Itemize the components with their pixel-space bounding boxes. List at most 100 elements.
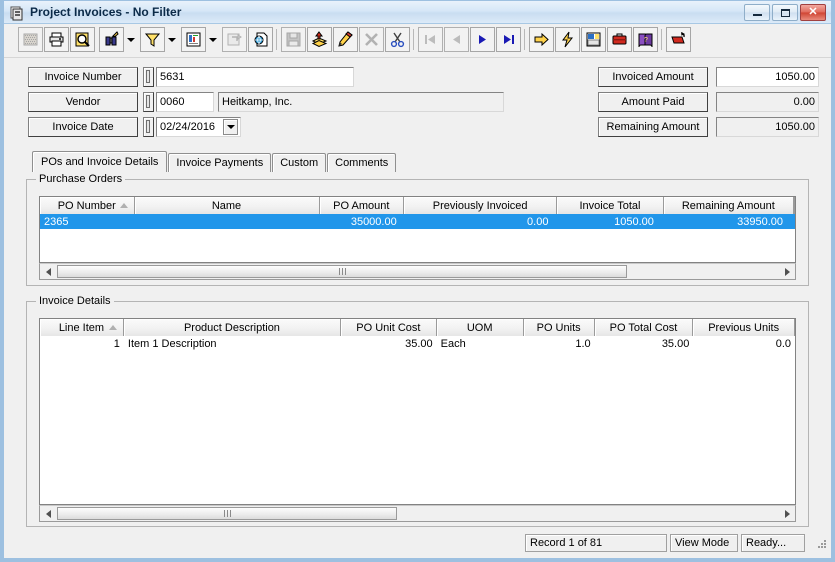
scroll-thumb[interactable] (57, 265, 627, 278)
previous-record-button[interactable] (444, 27, 469, 52)
maximize-button[interactable] (772, 4, 798, 21)
quick-action-button[interactable] (555, 27, 580, 52)
invoice-detail-column-header[interactable]: PO Total Cost (594, 319, 694, 336)
purchase-order-column-header[interactable]: Invoice Total (557, 197, 664, 214)
grid-view-button[interactable] (18, 27, 43, 52)
invoice-detail-column-header[interactable]: UOM (436, 319, 524, 336)
column-header-label: PO Amount (333, 199, 390, 212)
invoiced-amount-input[interactable]: 1050.00 (716, 67, 819, 87)
purchase-order-column-header[interactable]: Previously Invoiced (404, 197, 558, 214)
export-button[interactable] (222, 27, 247, 52)
lightning-icon (562, 31, 574, 48)
print-preview-icon (75, 32, 90, 47)
invoice-details-grid-header: Line Item Product Description PO Unit Cost… (40, 319, 795, 336)
purchase-order-column-header[interactable] (794, 197, 795, 214)
remaining-amount-label[interactable]: Remaining Amount (598, 117, 708, 137)
floppy-icon (286, 32, 301, 47)
purchase-order-column-header[interactable]: PO Number (40, 197, 135, 214)
vendor-lookup-button[interactable] (143, 92, 154, 112)
cut-button[interactable] (385, 27, 410, 52)
scroll-grip-icon (338, 268, 346, 275)
filter-dropdown-arrow[interactable] (165, 27, 179, 52)
vendor-label[interactable]: Vendor (28, 92, 138, 112)
invoice-detail-cell: Item 1 Description (127, 337, 217, 350)
invoice-number-label[interactable]: Invoice Number (28, 67, 138, 87)
invoice-date-label[interactable]: Invoice Date (28, 117, 138, 137)
invoice-date-lookup-button[interactable] (143, 117, 154, 137)
minimize-button[interactable] (744, 4, 770, 21)
column-header-label: Product Description (183, 321, 280, 334)
invoice-details-grid[interactable]: Line Item Product Description PO Unit Cost… (39, 318, 796, 505)
last-record-button[interactable] (496, 27, 521, 52)
amount-paid-label[interactable]: Amount Paid (598, 92, 708, 112)
save-button[interactable] (281, 27, 306, 52)
help-button[interactable]: ? (633, 27, 658, 52)
find-button[interactable] (99, 27, 124, 52)
scroll-left-button[interactable] (40, 506, 56, 521)
globe-document-icon (254, 32, 268, 47)
tab-invoice-payments[interactable]: Invoice Payments (168, 153, 272, 172)
yellow-arrow-icon (534, 32, 549, 47)
close-button[interactable]: ✕ (800, 4, 826, 21)
vendor-code-input[interactable]: 0060 (156, 92, 214, 112)
tab-custom[interactable]: Custom (272, 153, 327, 172)
purchase-order-row[interactable]: 2365 35000.00 0.00 1050.00 33950.00 (40, 214, 795, 229)
briefcase-button[interactable] (607, 27, 632, 52)
scroll-right-button[interactable] (779, 264, 795, 279)
edit-record-button[interactable] (333, 27, 358, 52)
invoice-detail-column-header[interactable]: Line Item (40, 319, 124, 336)
invoice-detail-row[interactable]: 1 Item 1 Description 35.00 Each 1.0 35.00 0.0 (40, 336, 795, 351)
exit-button[interactable] (666, 27, 691, 52)
find-dropdown-arrow[interactable] (124, 27, 138, 52)
purchase-orders-grid[interactable]: PO Number Name PO Amount Previously Invoice… (39, 196, 796, 263)
web-publish-button[interactable] (248, 27, 273, 52)
report-button[interactable] (181, 27, 206, 52)
purchase-order-column-header[interactable]: Name (134, 197, 320, 214)
report-dropdown-arrow[interactable] (206, 27, 220, 52)
column-header-label: PO Total Cost (609, 321, 678, 334)
scroll-thumb[interactable] (57, 507, 397, 520)
invoice-details-grid-body: 1 Item 1 Description 35.00 Each 1.0 35.00 0.0 (40, 336, 795, 351)
invoice-detail-column-header[interactable]: Previous Units (693, 319, 795, 336)
invoiced-amount-label[interactable]: Invoiced Amount (598, 67, 708, 87)
invoice-detail-column-header[interactable]: PO Units (523, 319, 595, 336)
add-record-icon (311, 31, 328, 48)
add-record-button[interactable] (307, 27, 332, 52)
client-area: ? Invoice Number 5631 Vendor 0060 Heitka… (4, 24, 831, 558)
report-icon (186, 32, 201, 47)
print-button[interactable] (44, 27, 69, 52)
sort-ascending-icon (108, 325, 117, 330)
purchase-order-column-header[interactable]: Remaining Amount (663, 197, 794, 214)
goto-button[interactable] (529, 27, 554, 52)
purchase-order-cell: 1050.00 (614, 215, 654, 228)
title-bar[interactable]: Project Invoices - No Filter ✕ (4, 1, 831, 24)
resize-grip-icon[interactable] (815, 538, 828, 551)
column-header-label: UOM (466, 321, 493, 334)
invoice-detail-column-header[interactable]: Product Description (123, 319, 341, 336)
invoice-detail-cell: 1.0 (575, 337, 591, 350)
invoice-details-hscrollbar[interactable] (39, 505, 796, 522)
delete-x-icon (365, 33, 378, 46)
first-record-button[interactable] (418, 27, 443, 52)
purchase-orders-hscrollbar[interactable] (39, 263, 796, 280)
svg-text:?: ? (644, 37, 648, 44)
layout-button[interactable] (581, 27, 606, 52)
next-record-button[interactable] (470, 27, 495, 52)
maximize-icon (773, 5, 797, 20)
tab-pos-and-invoice-details[interactable]: POs and Invoice Details (32, 151, 168, 172)
tab-strip: POs and Invoice Details Invoice Payments… (32, 151, 397, 172)
invoice-date-dropdown-button[interactable] (223, 119, 238, 135)
invoice-detail-column-header[interactable]: PO Unit Cost (341, 319, 437, 336)
column-header-label: Remaining Amount (681, 199, 775, 212)
invoice-number-input[interactable]: 5631 (156, 67, 354, 87)
invoice-number-lookup-button[interactable] (143, 67, 154, 87)
print-preview-button[interactable] (70, 27, 95, 52)
remaining-amount-display: 1050.00 (716, 117, 819, 137)
scroll-left-button[interactable] (40, 264, 56, 279)
delete-record-button[interactable] (359, 27, 384, 52)
scroll-right-button[interactable] (779, 506, 795, 521)
purchase-order-column-header[interactable]: PO Amount (319, 197, 405, 214)
filter-button[interactable] (140, 27, 165, 52)
purchase-order-cell: 35000.00 (350, 215, 397, 228)
tab-comments[interactable]: Comments (327, 153, 397, 172)
